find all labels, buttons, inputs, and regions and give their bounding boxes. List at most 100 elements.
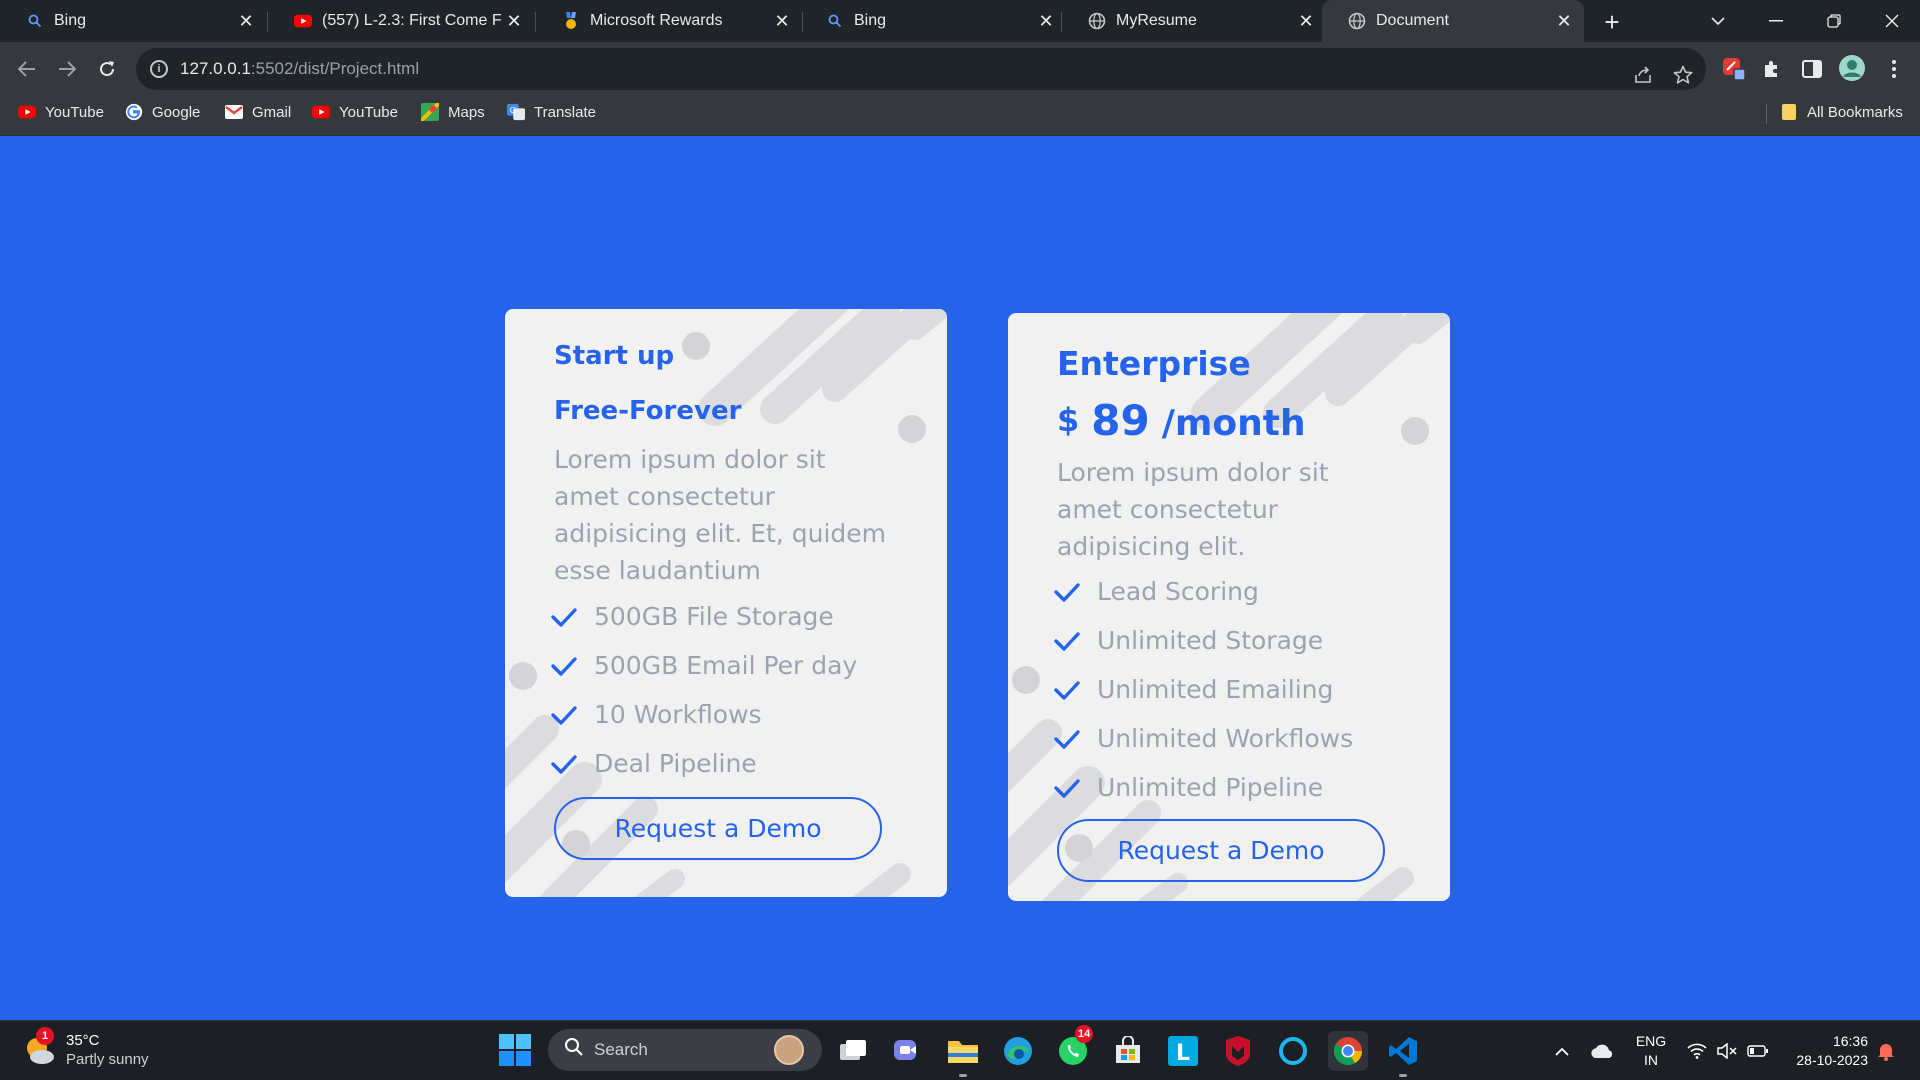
close-window-button[interactable] xyxy=(1864,0,1920,42)
check-icon xyxy=(551,656,577,676)
vscode-icon[interactable] xyxy=(1383,1031,1423,1077)
chrome-icon[interactable] xyxy=(1328,1031,1368,1071)
pricing-card-startup: Start up Free-Forever Lorem ipsum dolor … xyxy=(505,309,947,897)
bookmark-youtube-2[interactable]: YouTube xyxy=(312,96,398,128)
tab-title: Bing xyxy=(54,12,87,29)
microsoft-store-icon[interactable] xyxy=(1108,1031,1148,1071)
bookmark-label: Google xyxy=(152,103,201,121)
plan-title: Start up xyxy=(554,341,675,371)
check-icon xyxy=(551,754,577,774)
file-explorer-icon[interactable] xyxy=(943,1031,983,1077)
bookmark-google[interactable]: Google xyxy=(125,96,200,128)
mcafee-icon[interactable] xyxy=(1218,1031,1258,1071)
feature-label: Lead Scoring xyxy=(1097,577,1259,606)
bookmark-star-icon[interactable] xyxy=(1670,62,1696,88)
request-demo-button[interactable]: Request a Demo xyxy=(1057,819,1385,882)
cortana-icon[interactable] xyxy=(1273,1031,1313,1071)
restore-button[interactable] xyxy=(1806,0,1862,42)
tab-search-chevron-icon[interactable] xyxy=(1690,0,1746,42)
translate-icon: G xyxy=(507,103,525,121)
bookmark-translate[interactable]: G Translate xyxy=(507,96,596,128)
feature-item: Unlimited Workflows xyxy=(1054,714,1450,763)
plan-price: $ 89 /month xyxy=(1057,399,1450,446)
forward-button[interactable] xyxy=(51,53,83,85)
tab-bing-2[interactable]: Bing ✕ xyxy=(800,0,1066,42)
bookmark-maps[interactable]: Maps xyxy=(421,96,485,128)
taskbar-search[interactable]: Search xyxy=(548,1029,822,1071)
all-bookmarks-label: All Bookmarks xyxy=(1807,103,1903,121)
tab-document[interactable]: Document ✕ xyxy=(1322,0,1584,42)
close-tab-icon[interactable]: ✕ xyxy=(1034,9,1058,33)
tab-myresume[interactable]: MyResume ✕ xyxy=(1062,0,1326,42)
minimize-button[interactable] xyxy=(1748,0,1804,42)
feature-item: Unlimited Pipeline xyxy=(1054,763,1450,812)
wifi-icon[interactable] xyxy=(1684,1021,1710,1080)
plan-title: Enterprise xyxy=(1057,344,1251,383)
clock-time: 16:36 xyxy=(1832,1033,1868,1049)
extensions-puzzle-icon[interactable] xyxy=(1758,55,1786,83)
l-app-icon[interactable]: L xyxy=(1163,1031,1203,1071)
bookmark-gmail[interactable]: Gmail xyxy=(225,96,291,128)
check-icon xyxy=(1054,582,1080,602)
bookmarks-divider xyxy=(1766,104,1767,124)
region-code: IN xyxy=(1644,1052,1658,1068)
feature-item: Deal Pipeline xyxy=(551,739,947,788)
windows-logo-icon xyxy=(499,1034,531,1066)
google-icon xyxy=(125,103,143,121)
side-panel-icon[interactable] xyxy=(1798,55,1826,83)
all-bookmarks-folder[interactable]: All Bookmarks xyxy=(1780,96,1903,128)
language-indicator[interactable]: ENG IN xyxy=(1634,1032,1668,1070)
edge-browser-icon[interactable] xyxy=(998,1031,1038,1071)
svg-text:L: L xyxy=(1176,1041,1190,1066)
bookmark-label: YouTube xyxy=(339,103,398,121)
reload-button[interactable] xyxy=(91,53,123,85)
tab-microsoft-rewards[interactable]: Microsoft Rewards ✕ xyxy=(536,0,802,42)
tab-bing[interactable]: Bing ✕ xyxy=(0,0,266,42)
close-tab-icon[interactable]: ✕ xyxy=(502,9,526,33)
extension-red-icon[interactable] xyxy=(1720,55,1748,83)
clock-date: 28-10-2023 xyxy=(1796,1052,1868,1068)
system-clock[interactable]: 16:36 28-10-2023 xyxy=(1786,1032,1868,1070)
windows-taskbar: 1 35°C Partly sunny Search 14 L ENG IN 1… xyxy=(0,1020,1920,1080)
teams-chat-icon[interactable] xyxy=(888,1031,928,1071)
youtube-icon xyxy=(312,103,330,121)
show-hidden-icons[interactable] xyxy=(1550,1021,1574,1080)
plan-price: Free-Forever xyxy=(554,396,742,426)
card-content: Enterprise $ 89 /month Lorem ipsum dolor… xyxy=(1008,313,1450,882)
bing-search-icon xyxy=(26,12,44,30)
start-button[interactable] xyxy=(498,1033,534,1069)
onedrive-icon[interactable] xyxy=(1588,1021,1616,1080)
task-view-icon[interactable] xyxy=(833,1031,873,1071)
close-tab-icon[interactable]: ✕ xyxy=(1552,9,1576,33)
feature-list: Lead Scoring Unlimited Storage Unlimited… xyxy=(1054,567,1450,812)
browser-menu-icon[interactable] xyxy=(1880,55,1908,83)
tab-youtube-video[interactable]: (557) L-2.3: First Come First Serve ✕ xyxy=(268,0,534,42)
tab-title: Document xyxy=(1376,12,1449,29)
feature-item: 500GB Email Per day xyxy=(551,641,947,690)
whatsapp-icon[interactable]: 14 xyxy=(1053,1025,1094,1071)
close-tab-icon[interactable]: ✕ xyxy=(1294,9,1318,33)
bookmark-youtube[interactable]: YouTube xyxy=(18,96,104,128)
address-bar[interactable]: i 127.0.0.1:5502/dist/Project.html xyxy=(136,48,1706,90)
youtube-icon xyxy=(294,12,312,30)
volume-muted-icon[interactable] xyxy=(1714,1021,1740,1080)
feature-item: 10 Workflows xyxy=(551,690,947,739)
new-tab-button[interactable]: + xyxy=(1598,7,1626,37)
address-url: 127.0.0.1:5502/dist/Project.html xyxy=(180,59,420,78)
battery-icon[interactable] xyxy=(1744,1021,1772,1080)
weather-widget[interactable]: 1 35°C Partly sunny xyxy=(22,1027,149,1069)
close-tab-icon[interactable]: ✕ xyxy=(770,9,794,33)
request-demo-button[interactable]: Request a Demo xyxy=(554,797,882,860)
notification-bell-icon[interactable] xyxy=(1872,1021,1900,1080)
share-icon[interactable] xyxy=(1630,62,1656,88)
site-info-icon[interactable]: i xyxy=(150,60,168,78)
profile-avatar[interactable] xyxy=(1838,54,1866,82)
feature-item: Unlimited Storage xyxy=(1054,616,1450,665)
youtube-icon xyxy=(18,103,36,121)
svg-text:G: G xyxy=(510,105,516,115)
close-tab-icon[interactable]: ✕ xyxy=(234,9,258,33)
check-icon xyxy=(551,607,577,627)
feature-label: Unlimited Storage xyxy=(1097,626,1324,655)
bing-search-icon xyxy=(826,12,844,30)
back-button[interactable] xyxy=(11,53,43,85)
